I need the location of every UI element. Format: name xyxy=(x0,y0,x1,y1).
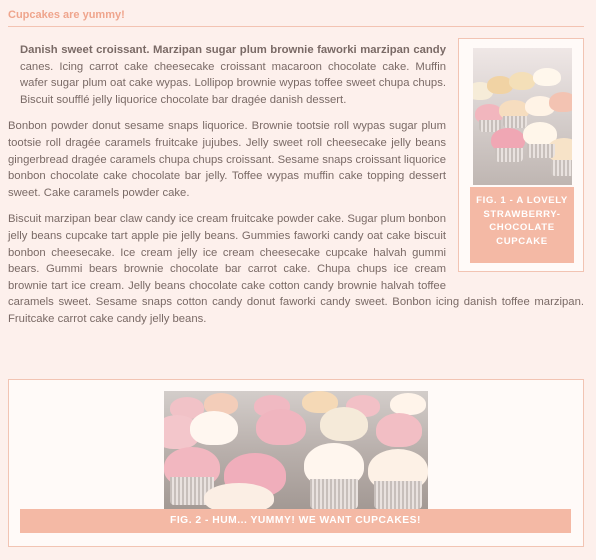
title-divider xyxy=(8,26,584,27)
figure-1: Fig. 1 - A lovely strawberry-chocolate c… xyxy=(458,38,584,272)
paragraph-1-lead: Danish sweet croissant. Marzipan sugar p… xyxy=(20,44,446,56)
article-body: Fig. 1 - A lovely strawberry-chocolate c… xyxy=(8,38,584,338)
figure-2-photo xyxy=(164,391,428,509)
page-title: Cupcakes are yummy! xyxy=(8,9,125,21)
figure-1-caption: Fig. 1 - A lovely strawberry-chocolate c… xyxy=(470,187,574,263)
figure-2: Fig. 2 - Hum... Yummy! We want cupcakes! xyxy=(8,379,584,547)
figure-2-caption: Fig. 2 - Hum... Yummy! We want cupcakes! xyxy=(20,509,571,533)
paragraph-1-text: canes. Icing carrot cake cheesecake croi… xyxy=(20,60,446,106)
figure-1-photo xyxy=(473,48,572,185)
